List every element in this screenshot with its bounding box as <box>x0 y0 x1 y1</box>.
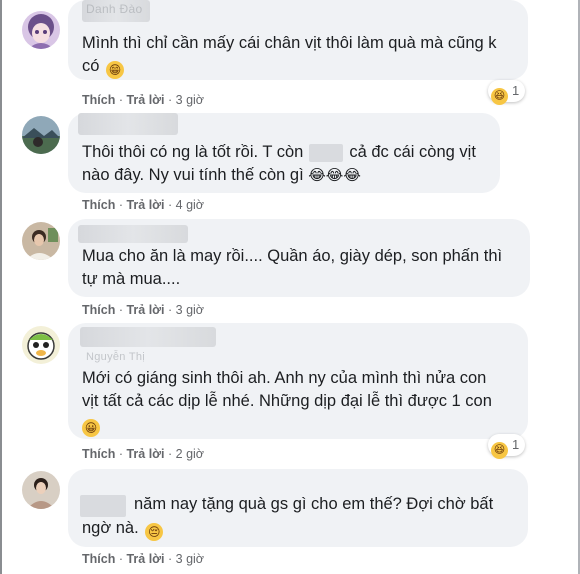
redacted-author-name[interactable] <box>80 495 126 517</box>
comment-actions: Thích · Trả lời · 4 giờ <box>82 198 204 212</box>
reaction-count: 1 <box>512 437 520 452</box>
comment-line: vịt tất cả các dịp lễ nhé. Những dịp đại… <box>82 392 492 410</box>
reply-link[interactable]: Trả lời <box>126 198 164 212</box>
reply-link[interactable]: Trả lời <box>126 93 164 107</box>
avatar[interactable] <box>22 471 60 509</box>
author-name-redacted[interactable] <box>80 327 216 347</box>
comment-text: Mới có giáng sinh thôi ah. Anh ny của mì… <box>82 367 518 437</box>
reply-link[interactable]: Trả lời <box>126 303 164 317</box>
like-link[interactable]: Thích <box>82 552 115 566</box>
like-link[interactable]: Thích <box>82 198 115 212</box>
comment-line: ngờ nà. 😔 <box>82 517 518 541</box>
comment-actions: Thích · Trả lời · 3 giờ <box>82 93 204 107</box>
comment-actions: Thích · Trả lời · 2 giờ <box>82 447 204 461</box>
avatar-photo-icon <box>22 222 60 260</box>
comment-line: nào đây. Ny vui tính thế còn gì 😂😂😂 <box>82 164 490 187</box>
reaction-summary[interactable]: 😆 1 <box>488 434 526 459</box>
comment-bubble: Mua cho ăn là may rồi.... Quần áo, giày … <box>68 219 530 297</box>
comment-text-fragment: nào đây. Ny vui tính thế còn gì <box>82 166 304 184</box>
comment-text-fragment: năm nay tặng quà gs gì cho em thế? Đợi c… <box>134 495 494 513</box>
avatar-cartoon-icon <box>22 326 60 364</box>
author-name-partial: Nguyễn Thị <box>86 351 146 363</box>
comment-line: tự mà mua.... <box>82 270 181 288</box>
comment-text: năm nay tặng quà gs gì cho em thế? Đợi c… <box>80 493 518 541</box>
comment-text-fragment: ngờ nà. <box>82 519 139 537</box>
comment-line: Mình thì chỉ cần mấy cái chân vịt thôi l… <box>82 34 497 52</box>
avatar[interactable] <box>22 326 60 364</box>
comment-line: năm nay tặng quà gs gì cho em thế? Đợi c… <box>80 493 518 517</box>
avatar-anime-girl-icon <box>22 11 60 49</box>
like-link[interactable]: Thích <box>82 303 115 317</box>
comment-bubble: Danh Đào Mình thì chỉ cần mấy cái chân v… <box>68 0 528 80</box>
avatar-photo-icon <box>22 471 60 509</box>
timestamp[interactable]: 3 giờ <box>176 93 204 107</box>
comment-text: Mua cho ăn là may rồi.... Quần áo, giày … <box>82 245 520 291</box>
timestamp[interactable]: 2 giờ <box>176 447 204 461</box>
avatar[interactable] <box>22 11 60 49</box>
timestamp[interactable]: 3 giờ <box>176 303 204 317</box>
comment-actions: Thích · Trả lời · 3 giờ <box>82 303 204 317</box>
author-name-redacted[interactable] <box>78 225 188 243</box>
window-border-left <box>0 0 2 574</box>
reaction-count: 1 <box>512 83 520 98</box>
redacted-word <box>309 143 344 162</box>
comment-text-fragment: Thôi thôi có ng là tốt rồi. T còn <box>82 143 304 161</box>
comment-bubble: năm nay tặng quà gs gì cho em thế? Đợi c… <box>68 469 528 547</box>
comment-bubble: Thôi thôi có ng là tốt rồi. T còn cả đc c… <box>68 113 500 193</box>
laughing-emoji-icon: 😂😂😂 <box>308 167 361 184</box>
comment-text-fragment: cả đc cái còng vịt <box>349 143 476 161</box>
comment-text: Thôi thôi có ng là tốt rồi. T còn cả đc c… <box>82 141 490 187</box>
author-name-redacted[interactable] <box>78 113 178 135</box>
comment-line: 😀 <box>82 413 518 437</box>
comment-line: Mua cho ăn là may rồi.... Quần áo, giày … <box>82 247 503 265</box>
like-link[interactable]: Thích <box>82 93 115 107</box>
reply-link[interactable]: Trả lời <box>126 552 164 566</box>
timestamp[interactable]: 3 giờ <box>176 552 204 566</box>
avatar-landscape-icon <box>22 116 60 154</box>
comment-line: Mới có giáng sinh thôi ah. Anh ny của mì… <box>82 369 487 387</box>
avatar[interactable] <box>22 116 60 154</box>
timestamp[interactable]: 4 giờ <box>176 198 204 212</box>
reaction-summary[interactable]: 😆 1 <box>488 80 526 105</box>
smile-emoji-icon: 😀 <box>82 419 100 437</box>
haha-reaction-icon: 😆 <box>491 88 508 105</box>
author-name-partial: Danh Đào <box>86 2 143 16</box>
comment-line: Thôi thôi có ng là tốt rồi. T còn cả đc c… <box>82 141 490 164</box>
comment-text-fragment: có <box>82 57 100 75</box>
pensive-emoji-icon: 😔 <box>145 523 164 541</box>
grin-emoji-icon: 😁 <box>106 61 125 79</box>
haha-reaction-icon: 😆 <box>491 442 508 459</box>
comment-actions: Thích · Trả lời · 3 giờ <box>82 552 204 566</box>
comment-bubble: Nguyễn Thị Mới có giáng sinh thôi ah. An… <box>68 323 528 439</box>
comment-text: Mình thì chỉ cần mấy cái chân vịt thôi l… <box>82 32 518 79</box>
comment-line: có 😁 <box>82 55 518 79</box>
like-link[interactable]: Thích <box>82 447 115 461</box>
avatar[interactable] <box>22 222 60 260</box>
reply-link[interactable]: Trả lời <box>126 447 164 461</box>
